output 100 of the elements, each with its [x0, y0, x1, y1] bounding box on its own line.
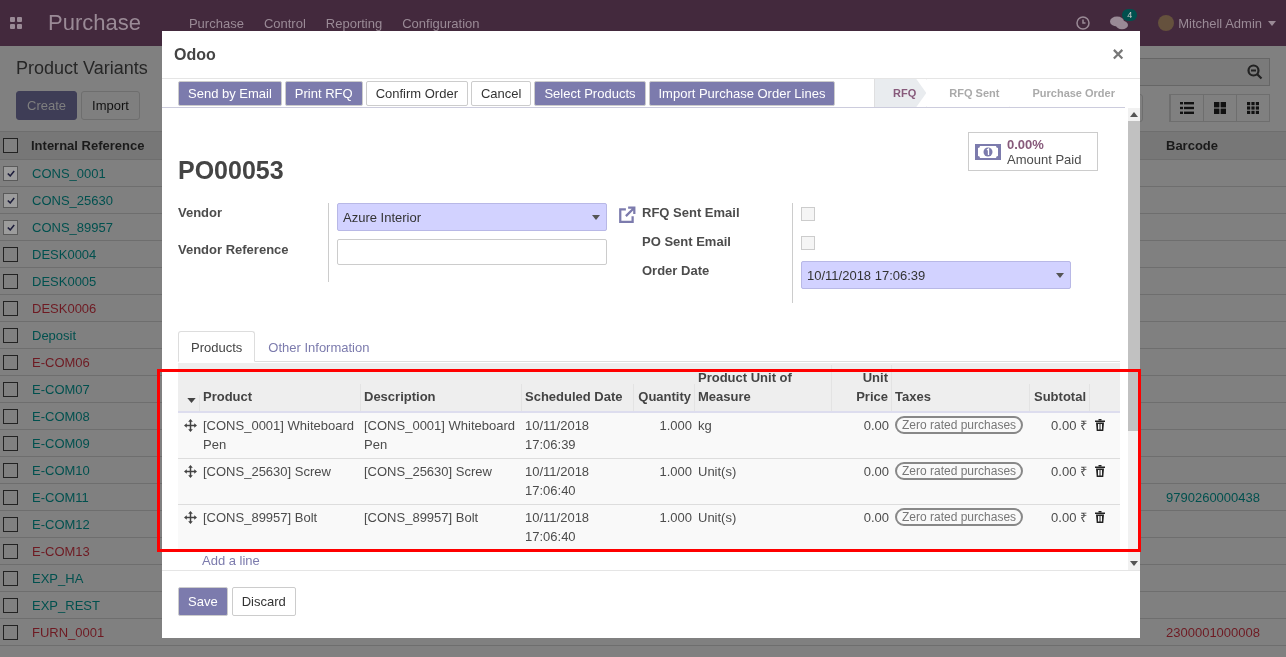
drag-handle-icon[interactable] — [184, 419, 197, 432]
table-cell[interactable]: CONS_0001 — [31, 165, 106, 181]
column-header[interactable]: Barcode — [1166, 138, 1286, 153]
table-cell[interactable]: FURN_0001 — [31, 624, 105, 640]
action-button[interactable]: Send by Email — [178, 80, 282, 106]
column-header[interactable]: Scheduled Date — [522, 384, 634, 411]
apps-grid-icon[interactable] — [10, 17, 22, 29]
table-cell-text: Unit(s) — [697, 509, 738, 527]
table-cell[interactable]: E-COM13 — [31, 543, 90, 559]
close-button[interactable]: × — [1108, 43, 1128, 66]
drag-handle-icon[interactable] — [184, 511, 197, 524]
chat-icon[interactable] — [1110, 16, 1129, 30]
amount-paid-label: Amount Paid — [1007, 152, 1082, 167]
caret-icon — [592, 214, 600, 220]
footer-button[interactable]: Discard — [231, 587, 296, 616]
date-select[interactable]: 10/11/2018 17:06:39 — [801, 261, 1071, 289]
checkbox[interactable] — [801, 236, 815, 250]
table-cell[interactable]: E-COM08 — [31, 408, 90, 424]
toolbar-button[interactable]: Import — [81, 91, 140, 120]
row-checkbox[interactable] — [3, 381, 18, 397]
row-checkbox[interactable] — [3, 624, 18, 640]
caret-icon[interactable] — [1268, 20, 1276, 26]
table-cell[interactable]: Deposit — [31, 327, 77, 343]
table-cell[interactable]: E-COM10 — [31, 462, 90, 478]
table-cell: 2300001000008 — [1166, 624, 1260, 640]
column-header[interactable]: Product — [200, 384, 361, 411]
scrollbar[interactable] — [1128, 108, 1140, 570]
table-cell-text: [CONS_0001] Whiteboard Pen — [202, 417, 356, 454]
tab[interactable]: Products — [178, 331, 256, 362]
menu-item[interactable]: Reporting — [325, 15, 383, 31]
action-button[interactable]: Confirm Order — [365, 80, 468, 106]
row-checkbox[interactable] — [3, 354, 18, 370]
row-checkbox[interactable] — [3, 300, 18, 316]
table-cell[interactable]: DESK0004 — [31, 246, 97, 262]
table-cell[interactable]: DESK0006 — [31, 300, 97, 316]
action-button[interactable]: Select Products — [534, 80, 646, 106]
scroll-down-icon[interactable] — [1130, 561, 1138, 566]
vendor-select[interactable]: Azure Interior — [337, 203, 607, 231]
table-cell-text: 1.000 — [658, 417, 693, 435]
column-header[interactable]: Unit Price — [832, 365, 892, 411]
row-checkbox[interactable] — [3, 273, 18, 289]
action-button[interactable]: Import Purchase Order Lines — [648, 80, 836, 106]
table-cell[interactable]: DESK0005 — [31, 273, 97, 289]
menu-item[interactable]: Control — [263, 15, 306, 31]
trash-icon[interactable] — [1095, 465, 1105, 477]
status-stage[interactable]: RFQ — [874, 79, 927, 107]
toolbar-button[interactable]: Create — [16, 91, 78, 120]
search-icon[interactable] — [1247, 64, 1263, 80]
input-field[interactable] — [337, 239, 607, 265]
message-count: 4 — [1122, 9, 1138, 21]
table-cell[interactable]: E-COM06 — [31, 354, 90, 370]
row-checkbox[interactable] — [3, 408, 18, 424]
row-checkbox[interactable] — [3, 246, 18, 262]
row-checkbox[interactable] — [3, 543, 18, 559]
table-cell[interactable]: E-COM12 — [31, 516, 90, 532]
row-checkbox[interactable] — [3, 327, 18, 343]
menu-item[interactable]: Configuration — [402, 15, 480, 31]
action-button[interactable]: Cancel — [471, 80, 532, 106]
caret-icon[interactable] — [187, 398, 196, 403]
table-cell[interactable]: CONS_89957 — [31, 219, 113, 235]
row-checkbox[interactable] — [3, 489, 18, 505]
field-label: Order Date — [642, 263, 711, 278]
column-header[interactable]: Quantity — [634, 384, 695, 411]
tab[interactable]: Other Information — [255, 331, 383, 362]
column-header[interactable]: Description — [361, 384, 522, 411]
row-checkbox[interactable] — [3, 516, 18, 532]
drag-handle-icon[interactable] — [184, 465, 197, 478]
table-cell[interactable]: E-COM07 — [31, 381, 90, 397]
row-checkbox[interactable] — [3, 597, 18, 613]
table-cell[interactable]: EXP_REST — [31, 597, 100, 613]
trash-icon[interactable] — [1095, 419, 1105, 431]
add-line-link[interactable]: Add a line — [202, 553, 260, 568]
row-checkbox[interactable] — [3, 462, 18, 478]
table-cell[interactable]: E-COM11 — [31, 489, 89, 505]
table-cell[interactable]: EXP_HA — [31, 570, 84, 586]
footer-button[interactable]: Save — [178, 587, 228, 616]
amount-paid-button[interactable]: 0.00% Amount Paid — [968, 132, 1098, 171]
row-checkbox[interactable] — [3, 570, 18, 586]
table-cell[interactable]: E-COM09 — [31, 435, 90, 451]
user-menu[interactable]: Mitchell Admin — [1178, 15, 1262, 31]
column-header[interactable]: Subtotal — [1030, 384, 1090, 411]
column-header[interactable]: Taxes — [892, 384, 1030, 411]
row-checkbox[interactable] — [3, 165, 18, 181]
action-button[interactable]: Print RFQ — [284, 80, 363, 106]
clock-icon[interactable] — [1076, 16, 1091, 30]
table-cell[interactable]: CONS_25630 — [31, 192, 113, 208]
trash-icon[interactable] — [1095, 511, 1105, 523]
row-checkbox[interactable] — [3, 192, 18, 208]
select-all-checkbox[interactable] — [3, 138, 18, 153]
column-header[interactable]: Product Unit of Measure — [695, 365, 832, 411]
row-checkbox[interactable] — [3, 219, 18, 235]
menu-item[interactable]: Purchase — [188, 15, 244, 31]
table-cell-text: 10/11/2018 17:06:39 — [524, 417, 591, 454]
app-title: Purchase — [48, 10, 141, 36]
row-checkbox[interactable] — [3, 435, 18, 451]
check-icon — [6, 196, 15, 204]
checkbox[interactable] — [801, 207, 815, 221]
field-label: RFQ Sent Email — [642, 205, 741, 220]
scroll-up-icon[interactable] — [1130, 112, 1138, 117]
external-link-icon[interactable] — [618, 206, 636, 224]
